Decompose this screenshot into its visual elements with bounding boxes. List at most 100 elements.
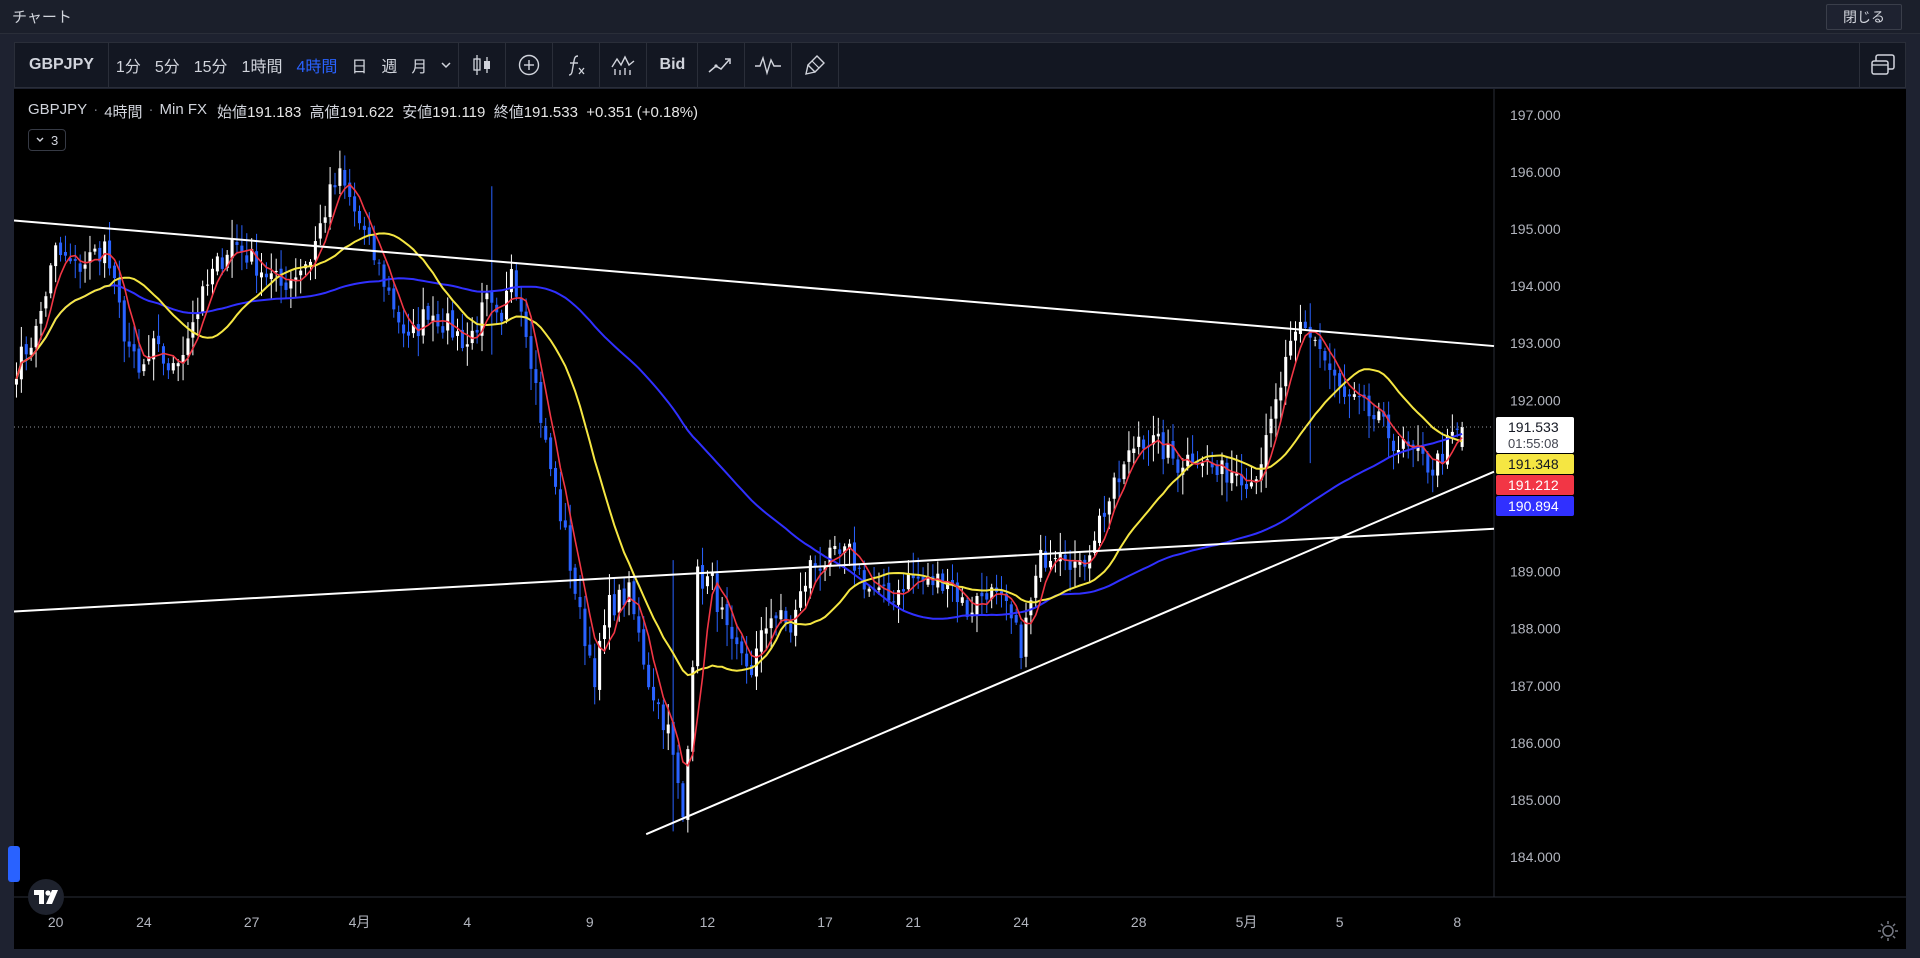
- candle-body: [1244, 483, 1249, 490]
- legend-low-label: 安値: [402, 104, 433, 121]
- candle-body: [1392, 440, 1396, 452]
- candle-body: [328, 184, 332, 218]
- candle-body: [1014, 615, 1018, 623]
- trendline-upper-resistance: [14, 219, 1495, 348]
- indicators-collapse-button[interactable]: 3: [28, 129, 66, 151]
- candle-body: [1137, 436, 1141, 447]
- trendline-lower-support: [645, 470, 1495, 836]
- candle-body: [1009, 604, 1013, 619]
- candle-body: [39, 310, 43, 324]
- candle-body: [1357, 396, 1361, 398]
- indicators-button[interactable]: [553, 43, 599, 87]
- interval-month[interactable]: 月: [404, 43, 434, 87]
- window-title: チャート: [12, 9, 72, 26]
- candle-body: [1220, 460, 1224, 475]
- symbol-search-button[interactable]: GBPJPY: [15, 43, 108, 87]
- candle-body: [612, 594, 616, 616]
- candle-body: [818, 568, 822, 571]
- brush-icon: [805, 55, 826, 75]
- interval-week[interactable]: 週: [374, 43, 404, 87]
- trendline-middle-line: [14, 527, 1495, 613]
- candle-body: [264, 273, 268, 278]
- candle-body: [235, 242, 239, 245]
- candle-body: [769, 618, 773, 629]
- clear-drawings-button[interactable]: [792, 43, 838, 87]
- interval-5m[interactable]: 5分: [148, 43, 187, 87]
- interval-15m[interactable]: 15分: [187, 43, 235, 87]
- add-symbol-button[interactable]: [506, 43, 552, 87]
- price-label-countdown: 01:55:08: [1508, 436, 1559, 451]
- interval-4h[interactable]: 4時間: [289, 43, 344, 87]
- legend-open-value: 191.183: [247, 104, 302, 121]
- bar-replay-button[interactable]: [745, 43, 791, 87]
- candle-body: [1303, 321, 1307, 329]
- candle-body: [475, 329, 479, 333]
- candle-body: [1338, 373, 1342, 387]
- candle-body: [83, 264, 87, 269]
- candle-body: [1294, 331, 1298, 341]
- candle-body: [196, 314, 200, 320]
- candle-body: [343, 169, 347, 186]
- candle-body: [1048, 560, 1053, 568]
- interval-1h[interactable]: 1時間: [235, 43, 290, 87]
- candle-body: [29, 347, 33, 355]
- candle-body: [259, 272, 264, 278]
- candle-body: [103, 241, 107, 264]
- candle-body: [980, 592, 984, 597]
- candle-body: [284, 282, 288, 290]
- price-label-ma-slow: 190.894: [1496, 495, 1574, 516]
- time-tick-label: 9: [586, 914, 594, 930]
- candle-body: [132, 344, 136, 352]
- candle-body: [789, 623, 793, 633]
- tradingview-logo[interactable]: [28, 879, 64, 915]
- window-layout-button[interactable]: [1859, 43, 1905, 87]
- chart-pane[interactable]: 197.000 196.000 195.000 194.000 193.000 192.0…: [8, 89, 1906, 949]
- candle-body: [642, 629, 646, 665]
- candle-body: [313, 241, 317, 260]
- candle-body: [554, 467, 558, 487]
- interval-day[interactable]: 日: [344, 43, 374, 87]
- time-tick-label: 5月: [1236, 914, 1258, 930]
- candle-body: [568, 525, 572, 571]
- time-tick-label: 12: [700, 914, 716, 930]
- candle-body: [583, 608, 587, 647]
- legend-open-label: 始値: [217, 104, 248, 121]
- candle-body: [1122, 464, 1126, 480]
- candle-body: [367, 227, 371, 235]
- candle-body: [59, 242, 63, 256]
- interval-1m[interactable]: 1分: [109, 43, 148, 87]
- candle-body: [220, 257, 224, 269]
- candle-body: [558, 489, 562, 522]
- candle-body: [1161, 432, 1165, 460]
- candle-body: [1333, 369, 1337, 376]
- interval-dropdown-button[interactable]: [434, 43, 458, 87]
- candle-body: [362, 225, 366, 230]
- candle-body: [774, 615, 778, 619]
- price-chart[interactable]: 197.000 196.000 195.000 194.000 193.000 192.0…: [14, 89, 1906, 949]
- candle-body: [1171, 440, 1175, 459]
- time-tick-label: 28: [1131, 914, 1147, 930]
- chart-toolbar: GBPJPY 1分 5分 15分 1時間 4時間 日 週 月 Bid: [14, 42, 1906, 88]
- bid-ask-toggle[interactable]: Bid: [647, 43, 697, 87]
- gear-icon[interactable]: [1876, 919, 1900, 943]
- candle-body: [1107, 501, 1111, 515]
- side-panel-handle[interactable]: [8, 846, 20, 882]
- price-tick-label: 192.000: [1510, 392, 1561, 408]
- candle-body: [960, 597, 964, 603]
- price-label-ma-fast: 191.212: [1496, 474, 1574, 495]
- candle-body: [975, 596, 979, 617]
- candle-body: [701, 565, 705, 589]
- price-label-value: 190.894: [1508, 498, 1559, 514]
- chart-type-button[interactable]: [459, 43, 505, 87]
- indicator-templates-button[interactable]: [600, 43, 646, 87]
- legend-symbol[interactable]: GBPJPY: [28, 101, 87, 122]
- indicator-templates-icon: [611, 55, 635, 75]
- candle-body: [269, 273, 273, 279]
- candle-body: [171, 363, 175, 371]
- candle-body: [54, 245, 58, 267]
- candle-body: [1347, 394, 1351, 397]
- compare-button[interactable]: [698, 43, 744, 87]
- close-button[interactable]: 閉じる: [1826, 3, 1902, 30]
- candle-body: [1352, 394, 1356, 397]
- price-label-last: 191.53301:55:08: [1496, 416, 1574, 453]
